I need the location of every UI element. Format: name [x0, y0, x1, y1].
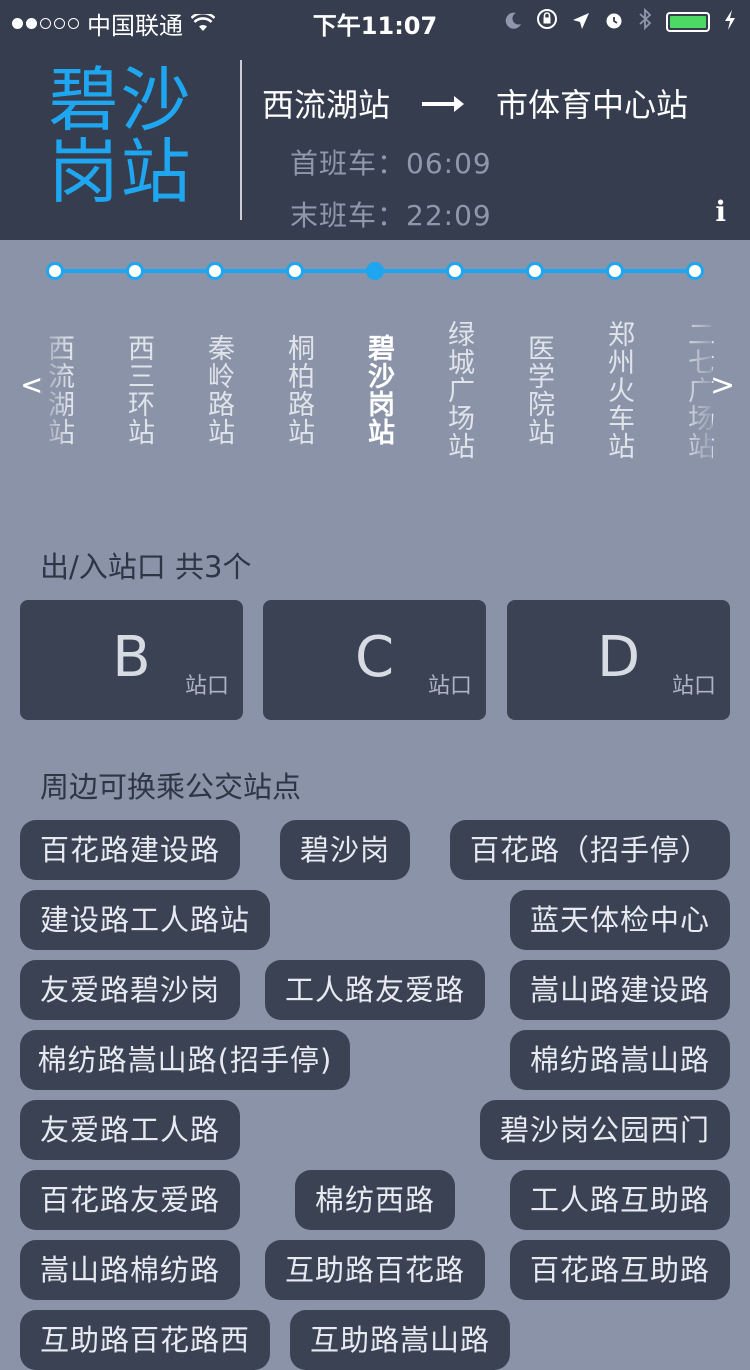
- bus-stop-chip[interactable]: 友爱路工人路: [20, 1100, 240, 1160]
- exit-card[interactable]: C 站口: [263, 600, 486, 720]
- charging-icon: [724, 8, 736, 36]
- station-dot[interactable]: [526, 262, 544, 280]
- station-dot[interactable]: [606, 262, 624, 280]
- arrow-right-icon: [422, 83, 465, 123]
- exit-suffix: 站口: [671, 674, 716, 699]
- last-train-time: 末班车：22:09: [290, 199, 492, 232]
- exit-suffix: 站口: [184, 674, 229, 699]
- station-dot[interactable]: [446, 262, 464, 280]
- bus-title: 周边可换乘公交站点: [40, 770, 302, 804]
- bluetooth-icon: [638, 7, 652, 36]
- bus-stop-chip[interactable]: 蓝天体检中心: [510, 890, 730, 950]
- station-label[interactable]: 桐柏路站: [275, 300, 315, 480]
- rotation-lock-icon: [536, 8, 558, 36]
- bus-stop-chip[interactable]: 工人路互助路: [510, 1170, 730, 1230]
- battery-icon: [666, 12, 710, 32]
- station-label[interactable]: 绿城广场站: [435, 300, 475, 480]
- first-train-time: 首班车：06:09: [290, 147, 492, 180]
- bus-stop-chip[interactable]: 棉纺路嵩山路(招手停): [20, 1030, 350, 1090]
- current-station-label[interactable]: 碧沙岗站: [355, 300, 395, 480]
- station-label[interactable]: 医学院站: [515, 300, 555, 480]
- station-dot[interactable]: [206, 262, 224, 280]
- bus-stop-chip[interactable]: 百花路建设路: [20, 820, 240, 880]
- station-dot[interactable]: [686, 262, 704, 280]
- info-icon[interactable]: i: [715, 195, 726, 228]
- station-header: 中国联通 下午11:07 碧沙岗站 西流湖站 市体育中心站 首班车：06:09 …: [0, 0, 750, 240]
- bus-stop-chip[interactable]: 嵩山路棉纺路: [20, 1240, 240, 1300]
- bus-stop-chip[interactable]: 碧沙岗公园西门: [480, 1100, 730, 1160]
- route-to: 市体育中心站: [496, 86, 689, 124]
- station-label[interactable]: 郑州火车站: [595, 300, 635, 480]
- bus-stop-chip[interactable]: 互助路百花路: [265, 1240, 485, 1300]
- left-fade: [40, 290, 70, 490]
- alarm-icon: [604, 8, 624, 36]
- right-fade: [682, 290, 712, 490]
- bus-stop-chip[interactable]: 互助路嵩山路: [290, 1310, 510, 1370]
- bus-stop-chip[interactable]: 棉纺西路: [295, 1170, 455, 1230]
- bus-stop-chip[interactable]: 棉纺路嵩山路: [510, 1030, 730, 1090]
- route-from: 西流湖站: [262, 86, 391, 124]
- exit-card[interactable]: D 站口: [507, 600, 730, 720]
- bus-stop-chip[interactable]: 嵩山路建设路: [510, 960, 730, 1020]
- station-dot[interactable]: [366, 262, 384, 280]
- moon-icon: [504, 8, 522, 36]
- exit-suffix: 站口: [427, 674, 472, 699]
- station-dot[interactable]: [286, 262, 304, 280]
- station-title: 碧沙岗站: [48, 59, 193, 213]
- location-icon: [572, 8, 590, 36]
- station-label[interactable]: 西三环站: [115, 300, 155, 480]
- header-divider: [240, 60, 242, 220]
- bus-stop-chip[interactable]: 建设路工人路站: [20, 890, 270, 950]
- bus-stop-chip[interactable]: 百花路（招手停）: [450, 820, 730, 880]
- bus-stop-chip[interactable]: 互助路百花路西: [20, 1310, 270, 1370]
- exit-card[interactable]: B 站口: [20, 600, 243, 720]
- bus-stop-chip[interactable]: 碧沙岗: [280, 820, 410, 880]
- route-direction: 西流湖站 市体育中心站: [262, 80, 688, 126]
- line-map: < > 西流湖站西三环站秦岭路站桐柏路站碧沙岗站绿城广场站医学院站郑州火车站二七…: [0, 240, 750, 500]
- station-dot[interactable]: [46, 262, 64, 280]
- status-right: [504, 7, 736, 36]
- bus-stop-chip[interactable]: 工人路友爱路: [265, 960, 485, 1020]
- status-bar: 中国联通 下午11:07: [0, 0, 750, 40]
- exits-title: 出/入站口 共3个: [40, 550, 252, 584]
- station-dot[interactable]: [126, 262, 144, 280]
- station-label[interactable]: 秦岭路站: [195, 300, 235, 480]
- bus-stop-chip[interactable]: 百花路友爱路: [20, 1170, 240, 1230]
- bus-stop-chip[interactable]: 友爱路碧沙岗: [20, 960, 240, 1020]
- bus-stop-chip[interactable]: 百花路互助路: [510, 1240, 730, 1300]
